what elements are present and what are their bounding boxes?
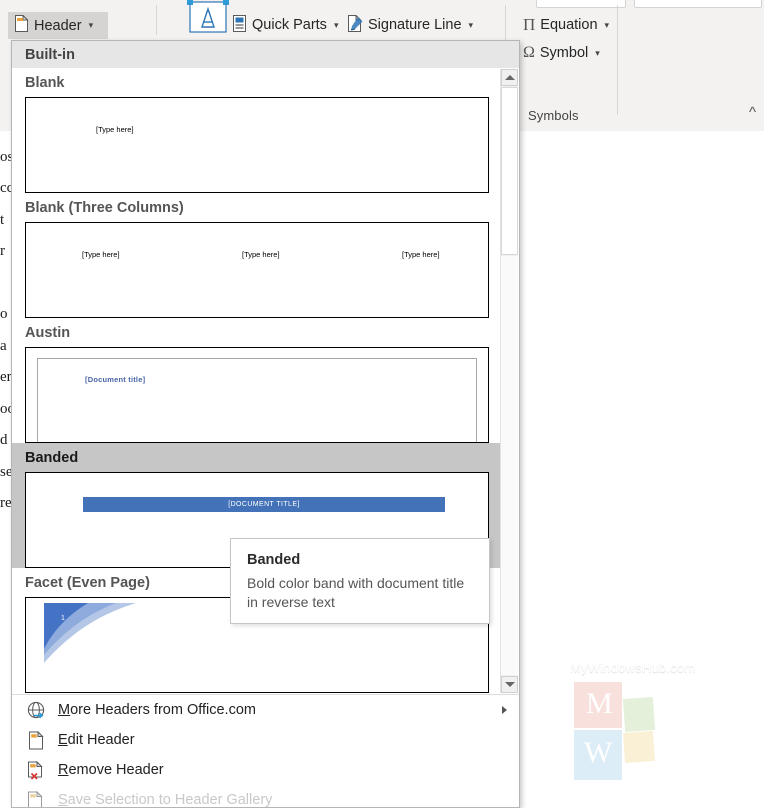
facet-corner-graphic: 1 (44, 603, 136, 668)
symbols-group-label: Symbols (528, 108, 579, 123)
quick-parts-icon (232, 14, 247, 36)
menu-item-label: More Headers from Office.com (58, 702, 256, 718)
quick-parts-button[interactable]: Quick Parts ▾ (226, 12, 344, 38)
gallery-item-preview: [Type here] [Type here] [Type here] (25, 222, 489, 318)
watermark-letter-w: W (584, 736, 613, 769)
word-header-gallery-screen: d os cc t r o a er oo d se re Header ▾ (0, 0, 764, 808)
watermark-square-red (574, 682, 622, 728)
gallery-item-austin[interactable]: Austin [Document title] (12, 318, 502, 443)
placeholder-text: [Type here] (402, 250, 440, 259)
gallery-item-preview: [Type here] (25, 97, 489, 193)
ribbon-cut-control-1[interactable] (536, 0, 626, 8)
header-button[interactable]: Header ▾ (8, 12, 108, 39)
ribbon-top-cut-controls (0, 0, 764, 8)
header-gallery-dropdown: Built-in Blank [Type here] Blank (Three … (11, 40, 520, 808)
watermark-square-green (622, 696, 656, 733)
chevron-up-icon[interactable]: ^ (749, 104, 756, 121)
placeholder-text: [Type here] (96, 125, 134, 134)
globe-icon (24, 700, 48, 720)
menu-item-more-headers[interactable]: More Headers from Office.com (12, 695, 519, 725)
gallery-item-label: Blank (25, 75, 65, 91)
banded-band-text: [DOCUMENT TITLE] (228, 501, 300, 508)
banded-color-band: [DOCUMENT TITLE] (83, 497, 445, 512)
signature-line-label: Signature Line (368, 17, 462, 33)
banded-tooltip: Banded Bold color band with document tit… (230, 538, 490, 624)
gallery-item-blank[interactable]: Blank [Type here] (12, 68, 502, 193)
submenu-arrow-icon (502, 706, 507, 714)
quick-parts-label: Quick Parts (252, 17, 327, 33)
gallery-section-title: Built-in (12, 41, 519, 68)
signature-line-button[interactable]: Signature Line ▾ (341, 12, 479, 38)
symbol-label: Symbol (539, 45, 589, 61)
facet-page-number: 1 (61, 615, 65, 622)
placeholder-text: [Document title] (85, 375, 146, 384)
signature-line-icon (347, 13, 363, 36)
watermark-letter-m: M (586, 687, 613, 720)
scrollbar-track[interactable] (501, 256, 518, 675)
tooltip-description: Bold color band with document title in r… (247, 575, 465, 610)
watermark-text: MyWindowsHub.com (570, 660, 696, 675)
menu-item-label: Save Selection to Header Gallery (58, 792, 273, 808)
watermark-square-blue (574, 730, 622, 780)
ribbon-cut-control-2[interactable] (634, 0, 762, 8)
menu-item-label: Remove Header (58, 762, 164, 778)
austin-inner-frame (37, 358, 477, 442)
placeholder-text: [Type here] (82, 250, 120, 259)
gallery-scrollbar[interactable] (500, 69, 518, 693)
remove-document-icon (24, 760, 48, 780)
watermark-logo: MyWindowsHub.com M W (560, 660, 740, 790)
gallery-item-label: Banded (25, 450, 79, 466)
placeholder-text: [Type here] (242, 250, 280, 259)
chevron-down-icon: ▾ (333, 19, 339, 30)
edit-document-icon (24, 730, 48, 750)
watermark-square-yellow (622, 730, 656, 764)
menu-item-save-selection[interactable]: Save Selection to Header Gallery (12, 785, 519, 808)
menu-item-remove-header[interactable]: Remove Header (12, 755, 519, 785)
tooltip-title: Banded (247, 552, 301, 568)
menu-item-edit-header[interactable]: Edit Header (12, 725, 519, 755)
chevron-down-icon: ▾ (604, 19, 610, 30)
equation-button[interactable]: Π Equation ▾ (517, 12, 615, 38)
pi-icon: Π (523, 15, 536, 34)
gallery-command-menu: More Headers from Office.com Edit Header (12, 694, 519, 807)
equation-label: Equation (540, 17, 598, 33)
gallery-item-label: Austin (25, 325, 71, 341)
scroll-down-arrow-icon[interactable] (501, 676, 518, 693)
omega-icon: Ω (523, 44, 535, 61)
symbol-button[interactable]: Ω Symbol ▾ (517, 40, 606, 66)
save-document-icon (24, 790, 48, 807)
gallery-item-preview: [Document title] (25, 347, 489, 443)
ribbon-separator-3 (617, 5, 618, 115)
chevron-down-icon: ▾ (468, 19, 474, 30)
gallery-item-label: Blank (Three Columns) (25, 200, 184, 216)
scroll-up-arrow-icon[interactable] (501, 69, 518, 86)
chevron-down-icon: ▾ (88, 20, 94, 30)
scrollbar-thumb[interactable] (501, 87, 518, 255)
header-button-label: Header (34, 17, 82, 34)
chevron-down-icon: ▾ (595, 47, 600, 58)
gallery-item-blank-three-columns[interactable]: Blank (Three Columns) [Type here] [Type … (12, 193, 502, 318)
ribbon-separator-1 (156, 5, 157, 35)
page-header-icon (14, 14, 29, 36)
menu-item-label: Edit Header (58, 732, 135, 748)
